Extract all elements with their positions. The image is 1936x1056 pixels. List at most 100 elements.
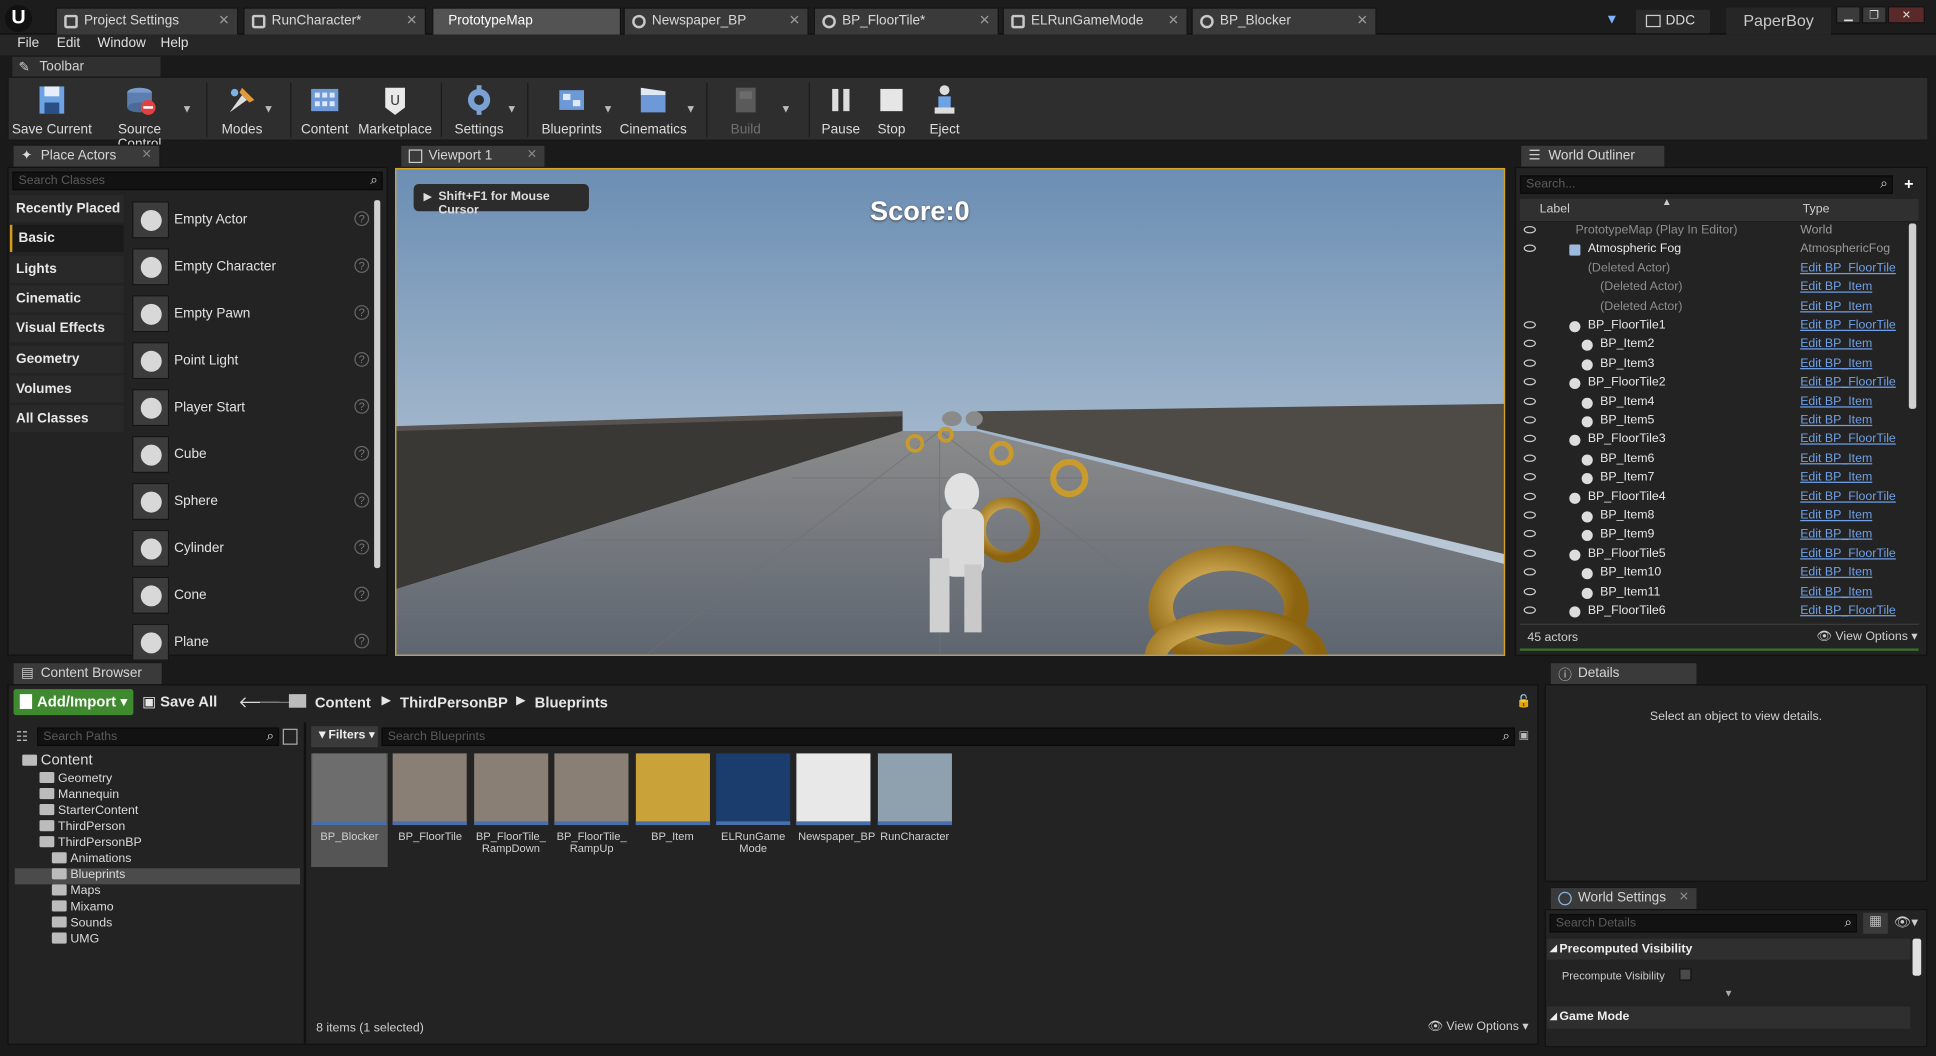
tab-run-character[interactable]: RunCharacter* ✕	[243, 7, 426, 35]
search-details-input[interactable]: Search Details ⌕	[1549, 913, 1857, 933]
add-filter-button[interactable]: +	[1899, 175, 1919, 194]
category-lights[interactable]: Lights	[9, 255, 124, 283]
visibility-eye-icon[interactable]	[1523, 587, 1536, 595]
asset-tile[interactable]: ELRunGame Mode	[715, 753, 792, 867]
asset-tile[interactable]: BP_FloorTile_ RampUp	[553, 753, 630, 867]
toolbar-tab[interactable]: ✎ Toolbar	[12, 56, 161, 78]
outliner-row[interactable]: BP_FloorTile3 Edit BP_FloorTile	[1520, 432, 1908, 451]
source-control-button[interactable]: Source Control	[95, 80, 184, 152]
chevron-down-icon[interactable]: ▼	[780, 103, 791, 115]
outliner-row[interactable]: PrototypeMap (Play In Editor) World	[1520, 222, 1908, 241]
category-basic[interactable]: Basic	[9, 225, 124, 253]
tree-item-mixamo[interactable]: Mixamo	[15, 900, 300, 916]
edit-blueprint-link[interactable]: Edit BP_FloorTile	[1800, 319, 1896, 333]
edit-blueprint-link[interactable]: Edit BP_Item	[1800, 414, 1872, 428]
outliner-row[interactable]: BP_Item2 Edit BP_Item	[1520, 336, 1908, 355]
precomputed-visibility-section[interactable]: ◢ Precomputed Visibility	[1547, 938, 1911, 960]
asset-tile[interactable]: RunCharacter	[876, 753, 953, 867]
toggle-sources-icon[interactable]: ☷	[16, 729, 28, 745]
tree-item-blueprints[interactable]: Blueprints	[14, 868, 301, 885]
help-icon[interactable]: ?	[354, 305, 370, 320]
help-icon[interactable]: ?	[354, 211, 370, 227]
search-paths-input[interactable]: Search Paths ⌕	[37, 727, 280, 747]
visibility-eye-icon[interactable]	[1523, 378, 1536, 386]
world-settings-tab[interactable]: World Settings ✕	[1549, 886, 1698, 910]
visibility-eye-icon[interactable]	[1523, 245, 1536, 253]
actor-item-sphere[interactable]: Sphere?	[130, 479, 377, 523]
visibility-eye-icon[interactable]	[1523, 473, 1536, 481]
outliner-row[interactable]: BP_Item9 Edit BP_Item	[1520, 527, 1908, 546]
close-icon[interactable]: ✕	[1168, 12, 1179, 29]
save-current-button[interactable]: Save Current	[11, 80, 92, 139]
edit-blueprint-link[interactable]: Edit BP_FloorTile	[1800, 604, 1896, 618]
tree-item-sounds[interactable]: Sounds	[15, 916, 300, 932]
modes-button[interactable]: Modes	[214, 80, 271, 139]
outliner-row[interactable]: BP_Item4 Edit BP_Item	[1520, 393, 1908, 412]
help-icon[interactable]: ?	[354, 492, 370, 508]
close-icon[interactable]: ✕	[979, 12, 990, 29]
tree-item-umg[interactable]: UMG	[15, 932, 300, 949]
tree-item-thirdperson[interactable]: ThirdPerson	[15, 820, 300, 836]
outliner-row[interactable]: (Deleted Actor) Edit BP_FloorTile	[1520, 260, 1908, 279]
actor-item-point-light[interactable]: Point Light?	[130, 338, 377, 382]
tab-bp-floortile[interactable]: BP_FloorTile* ✕	[813, 7, 999, 35]
category-all-classes[interactable]: All Classes	[9, 405, 124, 433]
visibility-eye-icon[interactable]	[1523, 568, 1536, 576]
save-all-button[interactable]: ▣ Save All	[142, 693, 217, 710]
tree-item-animations[interactable]: Animations	[15, 852, 300, 868]
actor-item-empty-character[interactable]: Empty Character?	[130, 245, 377, 289]
outliner-row[interactable]: (Deleted Actor) Edit BP_Item	[1520, 298, 1908, 317]
place-actors-tab[interactable]: ✦ Place Actors ✕	[12, 144, 161, 167]
visibility-eye-icon[interactable]	[1523, 435, 1536, 443]
add-import-button[interactable]: Add/Import ▾	[13, 689, 134, 716]
settings-button[interactable]: Settings	[448, 80, 510, 139]
visibility-eye-icon[interactable]	[1523, 416, 1536, 424]
edit-blueprint-link[interactable]: Edit BP_Item	[1800, 585, 1872, 599]
unreal-logo-icon[interactable]: U	[4, 4, 33, 33]
world-outliner-tab[interactable]: ☰ World Outliner	[1519, 144, 1666, 167]
category-recently-placed[interactable]: Recently Placed	[9, 195, 124, 223]
minimize-button[interactable]: ▁	[1835, 6, 1861, 24]
visibility-eye-icon[interactable]	[1523, 454, 1536, 462]
close-window-button[interactable]: ✕	[1887, 6, 1925, 24]
edit-blueprint-link[interactable]: Edit BP_Item	[1800, 338, 1872, 352]
edit-blueprint-link[interactable]: Edit BP_Item	[1800, 357, 1872, 371]
outliner-search-input[interactable]: Search... ⌕	[1519, 175, 1893, 194]
edit-blueprint-link[interactable]: Edit BP_Item	[1800, 509, 1872, 523]
close-icon[interactable]: ✕	[1679, 891, 1689, 905]
edit-blueprint-link[interactable]: Edit BP_Item	[1800, 395, 1872, 409]
maximize-button[interactable]: ❐	[1861, 6, 1887, 24]
cinematics-button[interactable]: Cinematics	[619, 80, 688, 139]
game-mode-section[interactable]: ◢ Game Mode	[1547, 1006, 1911, 1029]
visibility-eye-icon[interactable]	[1523, 359, 1536, 367]
close-icon[interactable]: ✕	[527, 148, 537, 162]
chevron-down-icon[interactable]: ▼	[685, 103, 696, 115]
scrollbar[interactable]	[1912, 938, 1922, 976]
feedback-icon[interactable]: ▼	[1605, 12, 1622, 27]
precompute-visibility-checkbox[interactable]	[1679, 968, 1692, 981]
category-visual-effects[interactable]: Visual Effects	[9, 315, 124, 343]
marketplace-button[interactable]: U Marketplace	[357, 80, 434, 139]
tab-project-settings[interactable]: Project Settings ✕	[55, 7, 239, 35]
visibility-eye-icon[interactable]	[1523, 340, 1536, 348]
visibility-eye-icon[interactable]	[1523, 549, 1536, 557]
eject-button[interactable]: Eject	[922, 80, 966, 139]
outliner-row[interactable]: BP_Item3 Edit BP_Item	[1520, 355, 1908, 374]
save-search-icon[interactable]: ▣	[1519, 729, 1530, 743]
chevron-down-icon[interactable]: ▼	[603, 103, 614, 115]
asset-tile[interactable]: BP_Blocker	[311, 753, 388, 868]
stop-button[interactable]: Stop	[870, 80, 912, 139]
menu-window[interactable]: Window	[98, 36, 146, 51]
viewport-tab[interactable]: Viewport 1 ✕	[400, 144, 546, 167]
close-icon[interactable]: ✕	[789, 12, 800, 29]
menu-help[interactable]: Help	[161, 36, 189, 51]
viewport[interactable]	[395, 167, 1506, 656]
outliner-row[interactable]: BP_FloorTile1 Edit BP_FloorTile	[1520, 317, 1908, 336]
breadcrumb-content[interactable]: Content	[315, 694, 371, 711]
close-icon[interactable]: ✕	[406, 12, 417, 29]
tree-item-thirdpersonbp[interactable]: ThirdPersonBP	[15, 836, 300, 852]
visibility-eye-icon[interactable]	[1523, 226, 1536, 234]
edit-blueprint-link[interactable]: Edit BP_Item	[1800, 452, 1872, 466]
filters-button[interactable]: ▼Filters ▾	[311, 726, 378, 748]
actor-item-player-start[interactable]: Player Start?	[130, 385, 377, 429]
